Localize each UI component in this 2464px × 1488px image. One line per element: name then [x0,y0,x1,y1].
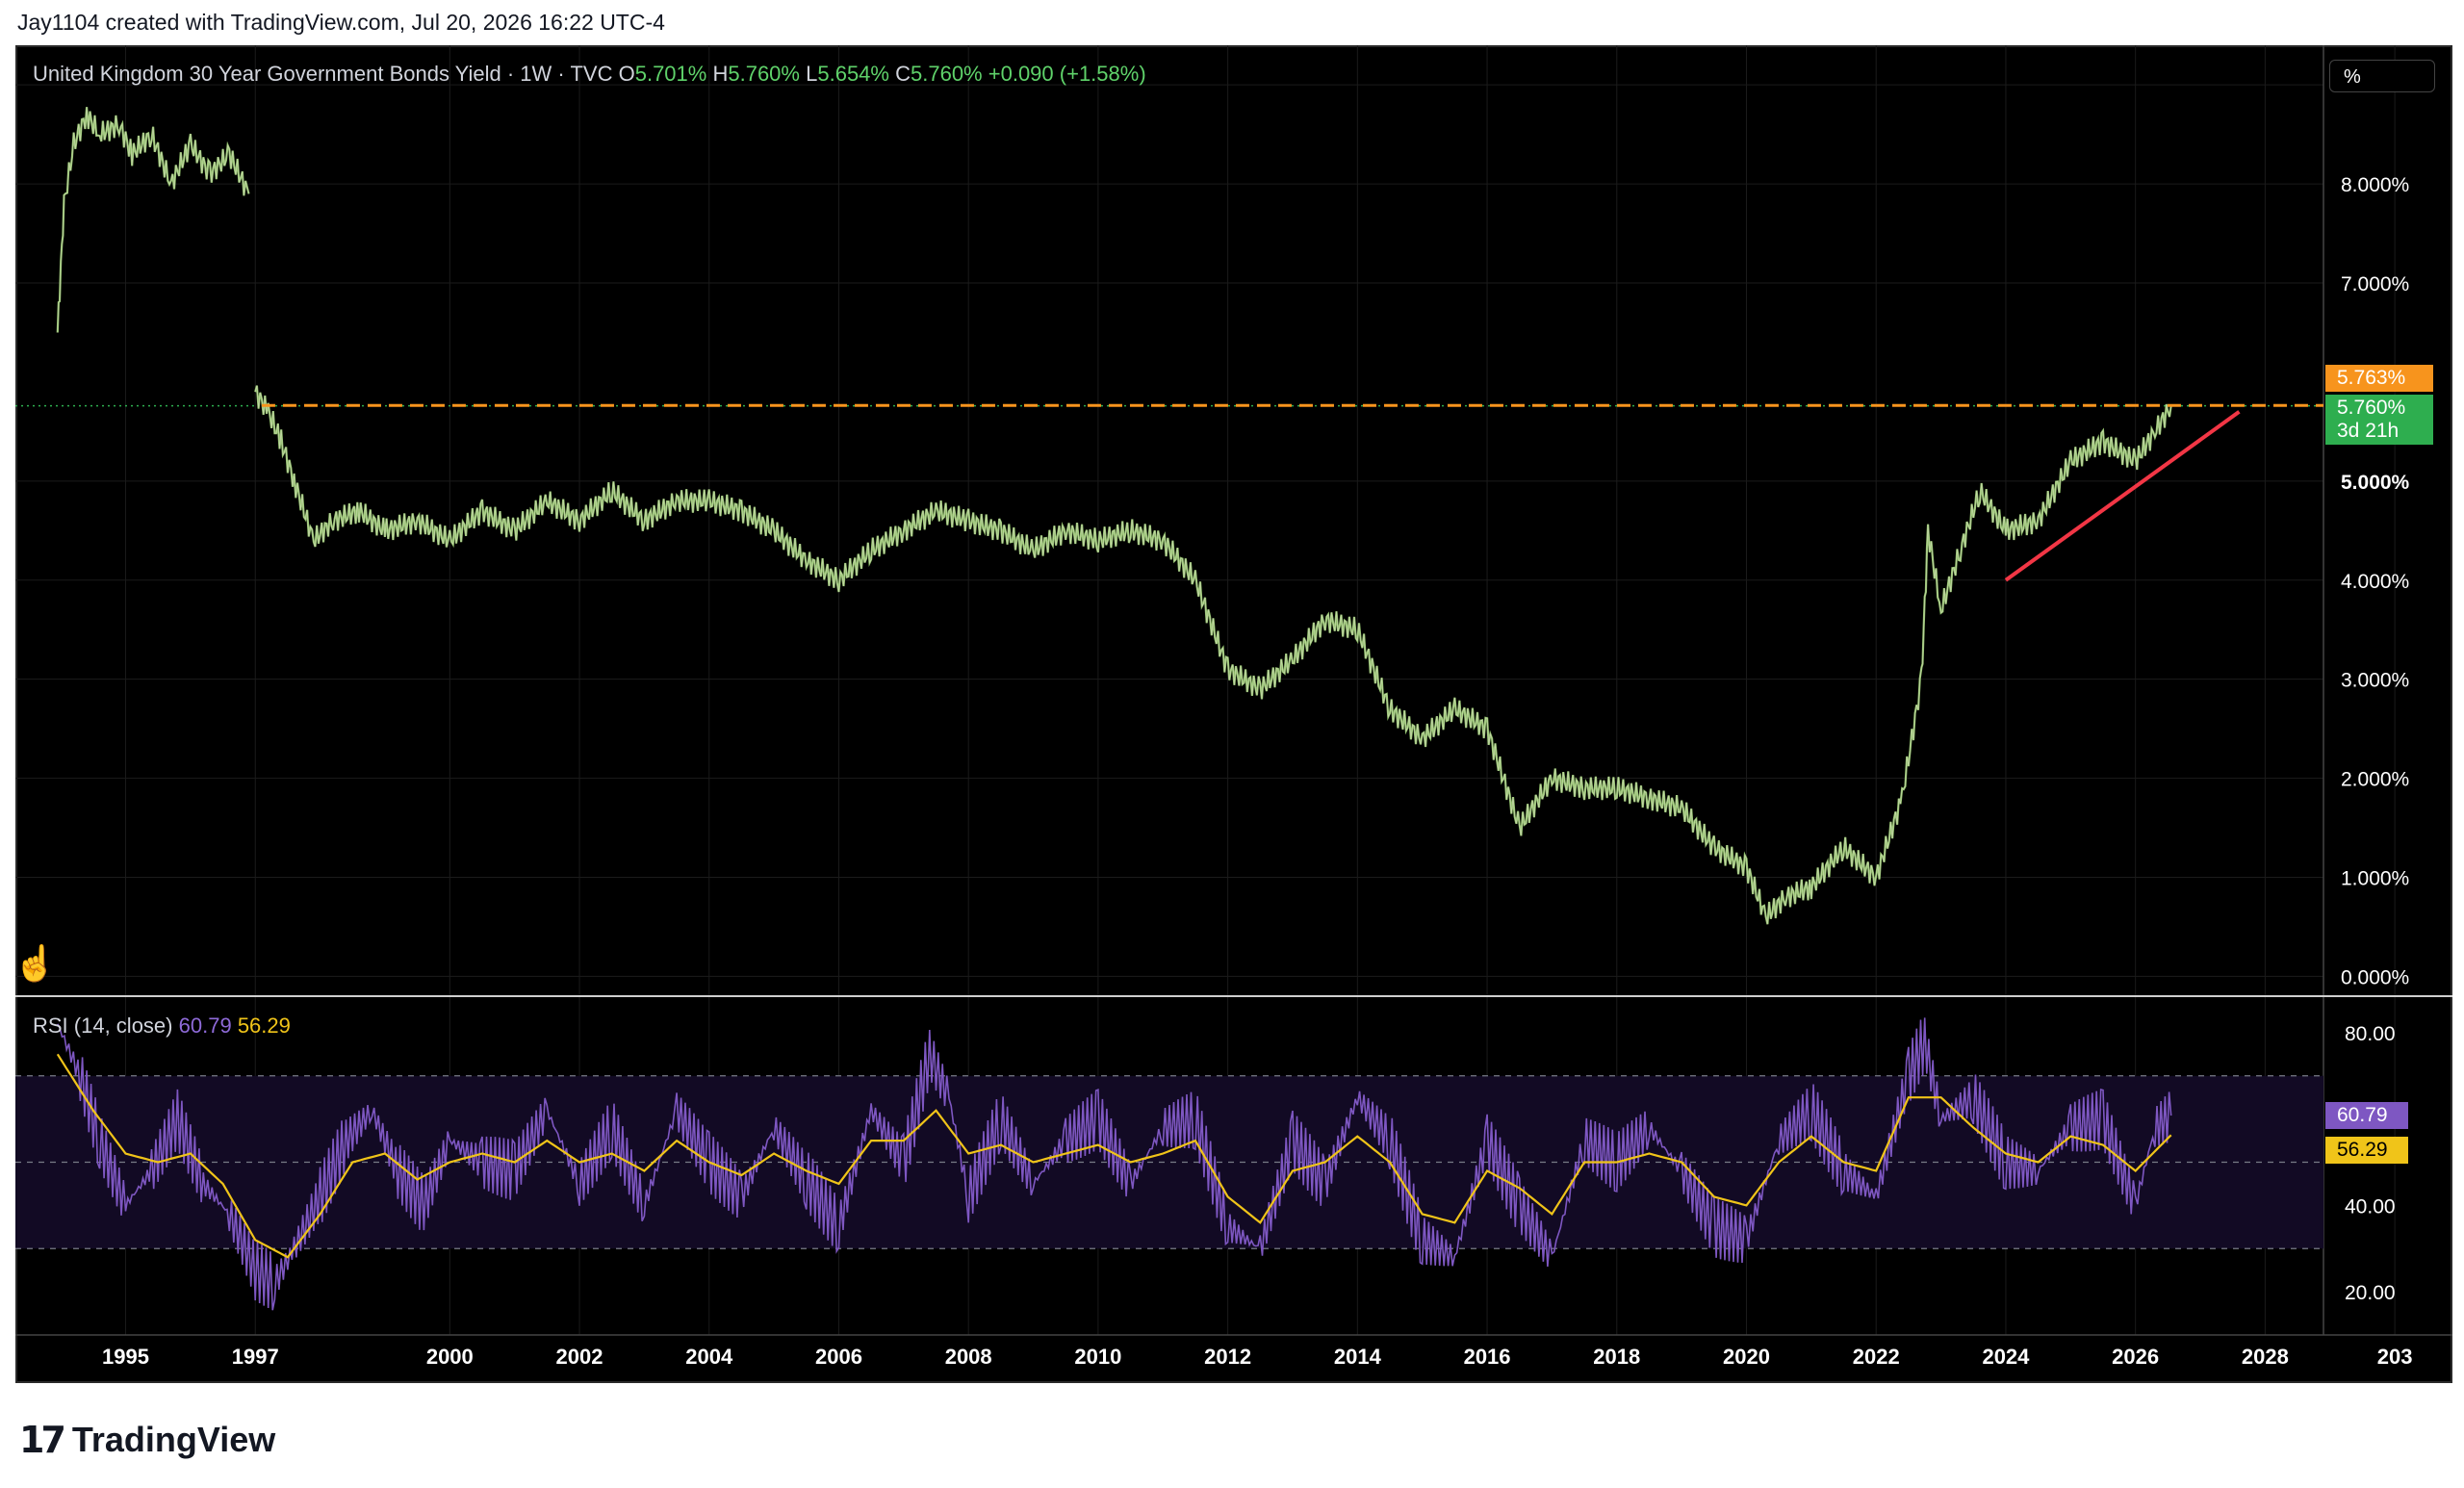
y-tick-label: 3.000% [2341,670,2409,692]
close-value: 5.760% [911,62,983,86]
x-tick-label: 1997 [232,1345,279,1369]
high-label: H [712,62,729,86]
last-price-value: 5.760% [2337,396,2406,419]
chart-canvas[interactable]: 1995 1997 2000 2002 2004 2006 2008 2010 2012 2014… [15,45,2452,1383]
price-series-1 [254,385,2172,925]
bar-countdown: 3d 21h [2337,419,2400,442]
x-tick-label: 1995 [102,1345,149,1369]
x-tick-label: 2022 [1853,1345,1900,1369]
y-tick-label: 1.000% [2341,868,2409,890]
price-series-0 [56,107,250,333]
rsi-y-tick-label: 80.00 [2345,1023,2396,1045]
price-series-wick-1 [254,385,2172,925]
low-value: 5.654% [817,62,889,86]
close-label: C [895,62,911,86]
open-value: 5.701% [634,62,707,86]
y-tick-label: 2.000% [2341,769,2409,791]
rsi-y-tick-label: 20.00 [2345,1282,2396,1304]
x-tick-label: 2020 [1723,1345,1770,1369]
rsi-label[interactable]: RSI (14, close) [33,1013,173,1038]
y-tick-label: 7.000% [2341,273,2409,295]
x-tick-label: 2012 [1204,1345,1251,1369]
last-price-tag: 5.760% 3d 21h [2325,394,2433,445]
x-tick-label: 2014 [1334,1345,1382,1369]
y-tick-label: 8.000% [2341,174,2409,196]
low-label: L [806,62,818,86]
price-legend: United Kingdom 30 Year Government Bonds … [33,62,1146,87]
x-tick-label: 2000 [426,1345,474,1369]
x-tick-label: 2002 [556,1345,603,1369]
x-tick-label: 203 [2377,1345,2413,1369]
percent-scale-button[interactable]: % [2329,60,2435,92]
red-trendline [2004,410,2241,582]
x-tick-label: 2018 [1593,1345,1640,1369]
chart-credit: Jay1104 created with TradingView.com, Ju… [17,10,665,35]
tradingview-logo-icon: 17 [19,1419,66,1461]
rsi-value: 60.79 [178,1013,232,1038]
x-tick-label: 2024 [1982,1345,2030,1369]
x-tick-label: 2006 [815,1345,862,1369]
rsi-legend: RSI (14, close) 60.79 56.29 [33,1013,291,1039]
x-tick-label: 2016 [1464,1345,1511,1369]
high-value: 5.760% [728,62,800,86]
x-tick-label: 2028 [2242,1345,2289,1369]
rsi-value-tag: 60.79 [2325,1102,2408,1130]
resistance-price-tag: 5.763% [2325,365,2433,393]
rsi-y-tick-label: 40.00 [2345,1195,2396,1218]
tradingview-wordmark: TradingView [71,1420,276,1459]
y-tick-label: 5.000% [2341,472,2410,494]
y-tick-label: 4.000% [2341,571,2409,593]
symbol-title[interactable]: United Kingdom 30 Year Government Bonds … [33,62,612,86]
rsi-ma-value-tag: 56.29 [2325,1137,2408,1165]
rsi-ma-value: 56.29 [237,1013,291,1038]
tradingview-logo[interactable]: 17 TradingView [19,1419,275,1461]
open-label: O [618,62,635,86]
x-tick-label: 2008 [945,1345,992,1369]
x-tick-label: 2010 [1074,1345,1121,1369]
y-tick-label: 0.000% [2341,966,2409,988]
x-tick-label: 2026 [2112,1345,2159,1369]
hand-cursor-icon: ☝ [13,943,57,983]
change-value: +0.090 (+1.58%) [988,62,1146,86]
x-tick-label: 2004 [685,1345,733,1369]
